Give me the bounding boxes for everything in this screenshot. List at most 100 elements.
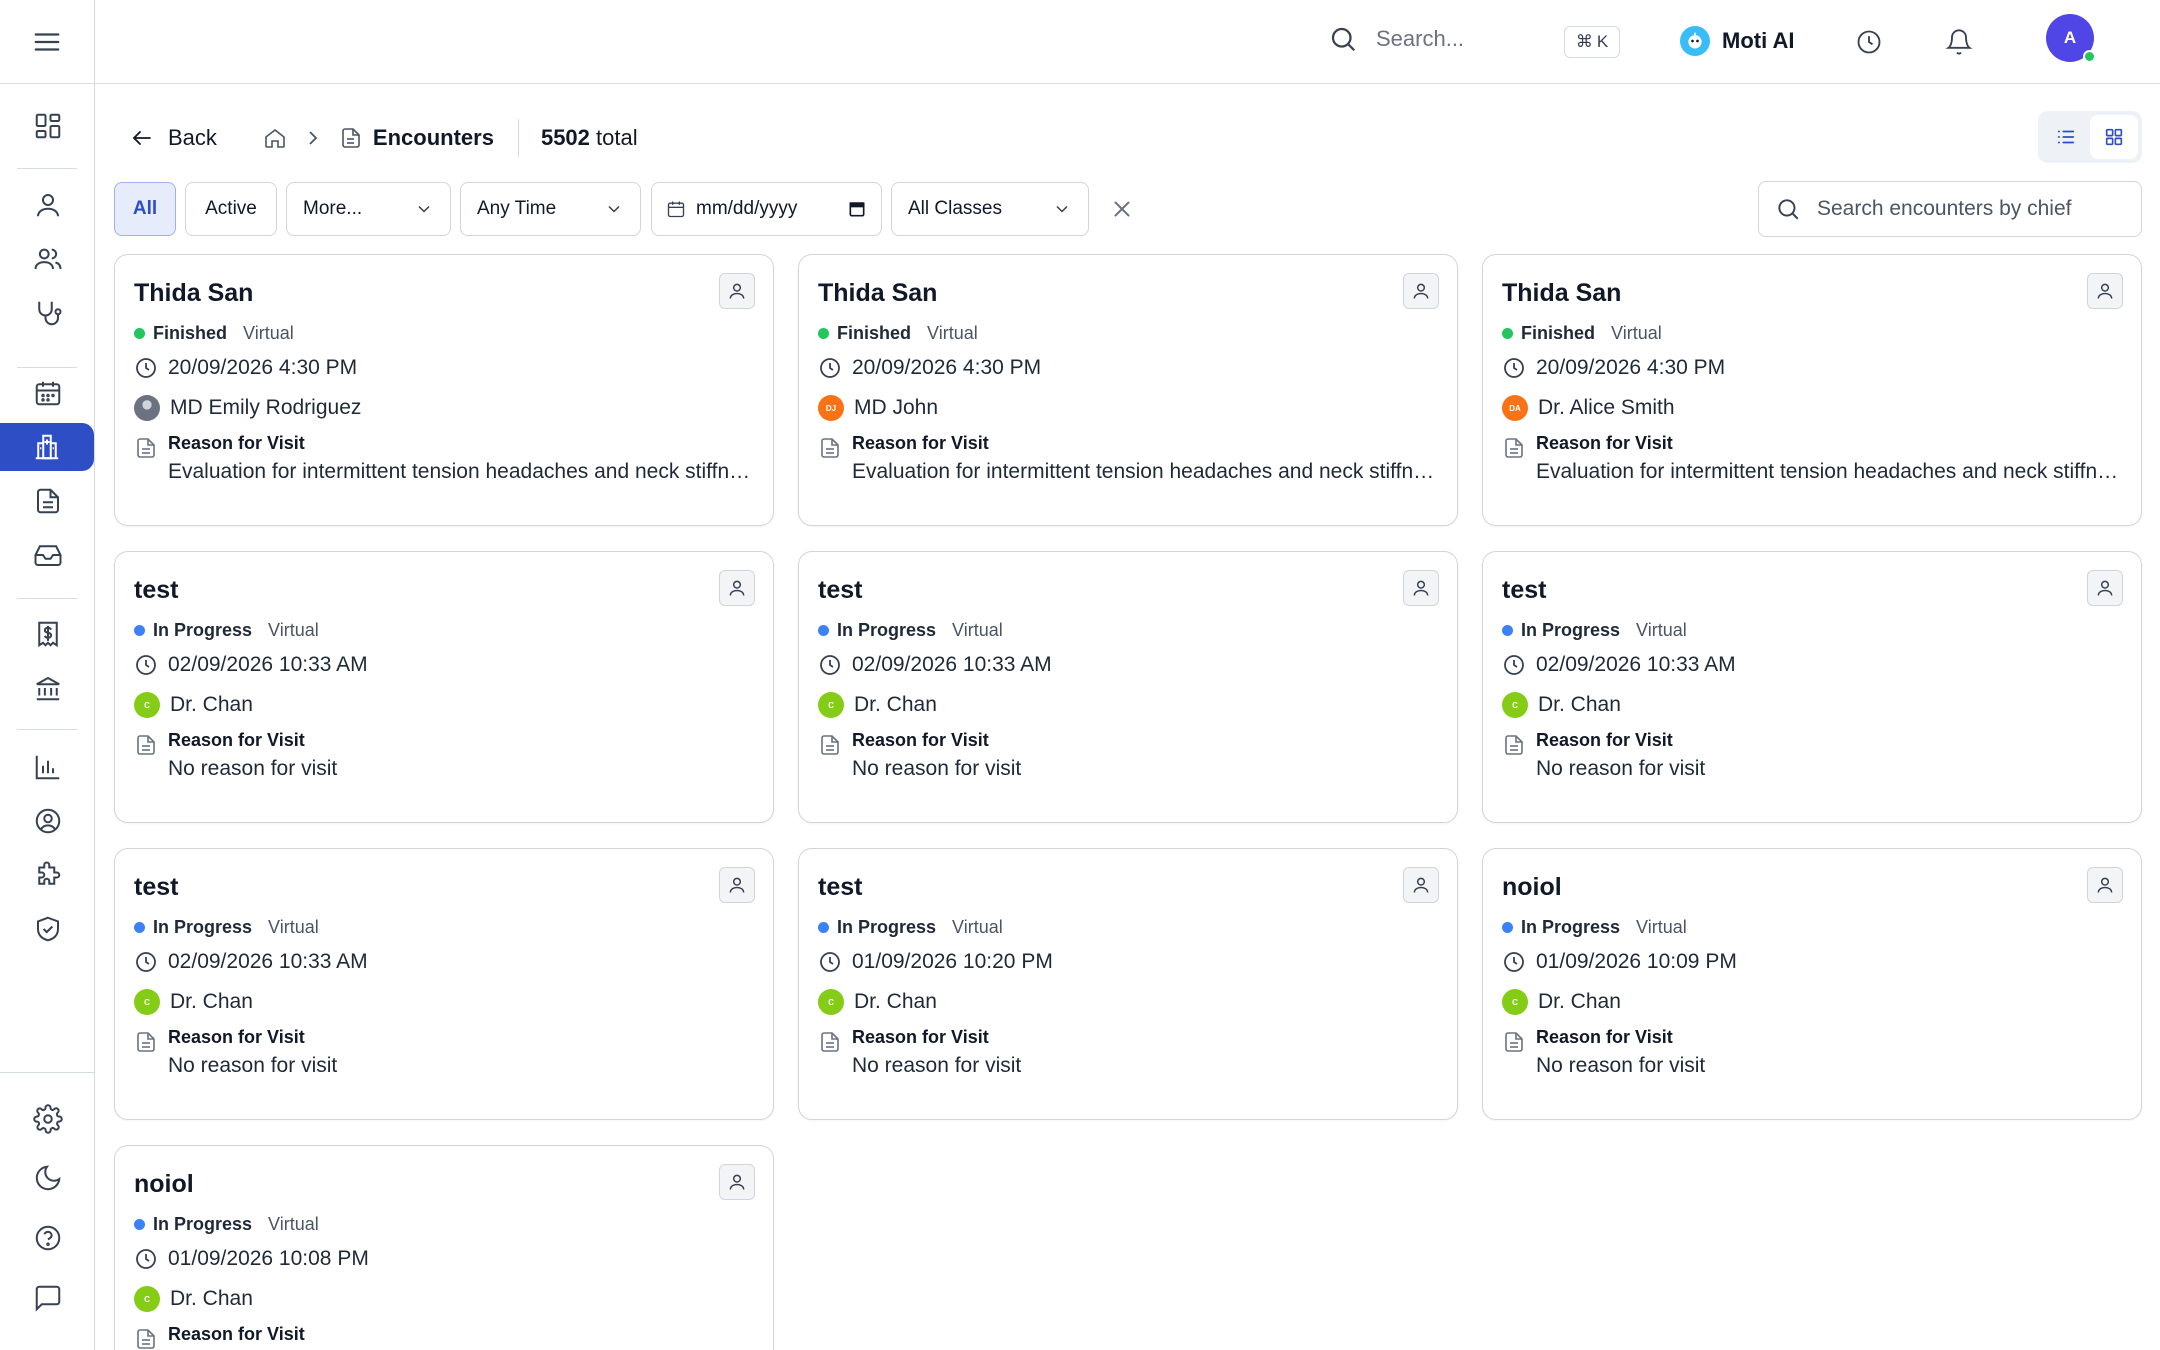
patient-name: noiol bbox=[1502, 873, 1562, 901]
date-input[interactable]: mm/dd/yyyy bbox=[651, 182, 882, 236]
message-icon bbox=[35, 1285, 60, 1312]
document-icon bbox=[137, 1032, 155, 1052]
status-more-dropdown[interactable]: More... bbox=[286, 182, 451, 236]
encounter-card[interactable]: Thida San Finished Virtual 20/09/2026 4:… bbox=[798, 254, 1458, 526]
encounter-card[interactable]: Thida San Finished Virtual 20/09/2026 4:… bbox=[114, 254, 774, 526]
document-icon bbox=[821, 735, 839, 755]
calendar-picker-icon[interactable] bbox=[847, 199, 867, 219]
sidebar-item-reports[interactable] bbox=[0, 743, 95, 791]
sidebar-item-documents[interactable] bbox=[0, 477, 95, 525]
filter-all-button[interactable]: All bbox=[114, 182, 176, 236]
encounter-card[interactable]: test In Progress Virtual 02/09/2026 10:3… bbox=[1482, 551, 2142, 823]
sidebar-item-account[interactable] bbox=[0, 797, 95, 845]
avatar-initial: A bbox=[2063, 28, 2077, 47]
list-view-button[interactable] bbox=[2042, 115, 2090, 159]
document-icon bbox=[1505, 1032, 1523, 1052]
arrow-left-icon bbox=[132, 131, 151, 145]
search-icon bbox=[1778, 199, 1799, 220]
view-patient-button[interactable] bbox=[1403, 273, 1439, 309]
view-patient-button[interactable] bbox=[1403, 570, 1439, 606]
global-search[interactable]: Search... bbox=[1328, 24, 1464, 54]
clear-filters-icon[interactable] bbox=[1109, 196, 1135, 222]
encounter-card[interactable]: test In Progress Virtual 02/09/2026 10:3… bbox=[114, 848, 774, 1120]
sidebar-item-theme[interactable] bbox=[0, 1154, 95, 1202]
encounter-card[interactable]: noiol In Progress Virtual 01/09/2026 10:… bbox=[114, 1145, 774, 1350]
sidebar-item-clinical[interactable] bbox=[0, 289, 95, 337]
view-patient-button[interactable] bbox=[719, 273, 755, 309]
encounter-datetime: 01/09/2026 10:08 PM bbox=[134, 1247, 369, 1271]
shortcut-key: K bbox=[1596, 32, 1609, 51]
encounter-class: Virtual bbox=[268, 1214, 319, 1234]
clock-icon bbox=[136, 952, 156, 972]
view-patient-button[interactable] bbox=[2087, 570, 2123, 606]
sidebar-item-users[interactable] bbox=[0, 235, 95, 283]
encounter-datetime: 02/09/2026 10:33 AM bbox=[134, 950, 368, 974]
document-icon bbox=[36, 488, 59, 514]
reason-text: Evaluation for intermittent tension head… bbox=[168, 460, 758, 483]
datetime-value: 02/09/2026 10:33 AM bbox=[1536, 653, 1736, 676]
encounter-card[interactable]: test In Progress Virtual 02/09/2026 10:3… bbox=[798, 551, 1458, 823]
sidebar-item-inbox[interactable] bbox=[0, 531, 95, 579]
encounter-card[interactable]: test In Progress Virtual 02/09/2026 10:3… bbox=[114, 551, 774, 823]
inbox-icon bbox=[34, 545, 61, 566]
sidebar-item-settings[interactable] bbox=[0, 1095, 95, 1143]
encounter-datetime: 20/09/2026 4:30 PM bbox=[818, 356, 1041, 380]
view-patient-button[interactable] bbox=[2087, 273, 2123, 309]
reason-label: Reason for Visit bbox=[1536, 1027, 1673, 1047]
breadcrumb-home[interactable] bbox=[263, 126, 287, 150]
view-patient-button[interactable] bbox=[719, 1164, 755, 1200]
file-icon bbox=[342, 128, 360, 148]
sidebar-item-help[interactable] bbox=[0, 1214, 95, 1262]
encounter-card[interactable]: noiol In Progress Virtual 01/09/2026 10:… bbox=[1482, 848, 2142, 1120]
view-toggle bbox=[2038, 111, 2142, 163]
back-button[interactable]: Back bbox=[130, 125, 217, 151]
status-label: In Progress bbox=[153, 1214, 253, 1234]
notifications-button[interactable] bbox=[1943, 26, 1975, 58]
sidebar-item-billing[interactable] bbox=[0, 610, 95, 658]
chevron-down-icon bbox=[1056, 205, 1068, 213]
user-icon bbox=[2097, 877, 2113, 893]
encounter-search-input[interactable]: Search encounters by chief bbox=[1758, 181, 2142, 237]
top-bar: Search... ⌘ K Moti AI A bbox=[95, 0, 2160, 84]
provider-name: MD John bbox=[854, 396, 939, 419]
grid-view-button[interactable] bbox=[2090, 115, 2138, 159]
user-avatar[interactable]: A bbox=[2046, 14, 2096, 63]
class-dropdown[interactable]: All Classes bbox=[891, 182, 1089, 236]
status-dot bbox=[134, 625, 145, 636]
sidebar-item-bank[interactable] bbox=[0, 664, 95, 712]
status-dot bbox=[1502, 328, 1513, 339]
menu-icon[interactable] bbox=[32, 27, 62, 57]
encounter-status: In Progress Virtual bbox=[134, 1214, 319, 1235]
reason-for-visit: Reason for Visit No reason for visit bbox=[818, 1027, 1442, 1078]
search-icon bbox=[1331, 27, 1356, 52]
time-range-dropdown[interactable]: Any Time bbox=[460, 182, 641, 236]
sidebar-item-calendar[interactable] bbox=[0, 369, 95, 417]
sidebar-item-integrations[interactable] bbox=[0, 851, 95, 899]
sidebar-item-dashboard[interactable] bbox=[0, 102, 95, 150]
sidebar-divider bbox=[17, 168, 77, 169]
user-icon bbox=[729, 283, 745, 299]
view-patient-button[interactable] bbox=[2087, 867, 2123, 903]
sidebar-item-security[interactable] bbox=[0, 905, 95, 953]
view-patient-button[interactable] bbox=[1403, 867, 1439, 903]
moti-ai-button[interactable]: Moti AI bbox=[1680, 26, 1795, 56]
document-icon bbox=[137, 735, 155, 755]
document-icon bbox=[1505, 735, 1523, 755]
encounter-datetime: 01/09/2026 10:09 PM bbox=[1502, 950, 1737, 974]
status-dot bbox=[1502, 625, 1513, 636]
history-button[interactable] bbox=[1853, 26, 1885, 58]
bank-icon bbox=[35, 676, 60, 701]
filter-active-button[interactable]: Active bbox=[185, 182, 277, 236]
sidebar-item-patients[interactable] bbox=[0, 181, 95, 229]
encounter-card[interactable]: Thida San Finished Virtual 20/09/2026 4:… bbox=[1482, 254, 2142, 526]
sidebar-item-encounters[interactable] bbox=[0, 423, 94, 471]
provider-name: Dr. Chan bbox=[1538, 990, 1621, 1013]
encounter-datetime: 02/09/2026 10:33 AM bbox=[818, 653, 1052, 677]
view-patient-button[interactable] bbox=[719, 867, 755, 903]
view-patient-button[interactable] bbox=[719, 570, 755, 606]
sidebar-item-feedback[interactable] bbox=[0, 1274, 95, 1322]
document-icon bbox=[821, 1032, 839, 1052]
encounter-card[interactable]: test In Progress Virtual 01/09/2026 10:2… bbox=[798, 848, 1458, 1120]
document-icon bbox=[821, 438, 839, 458]
encounter-status: Finished Virtual bbox=[1502, 323, 1662, 344]
